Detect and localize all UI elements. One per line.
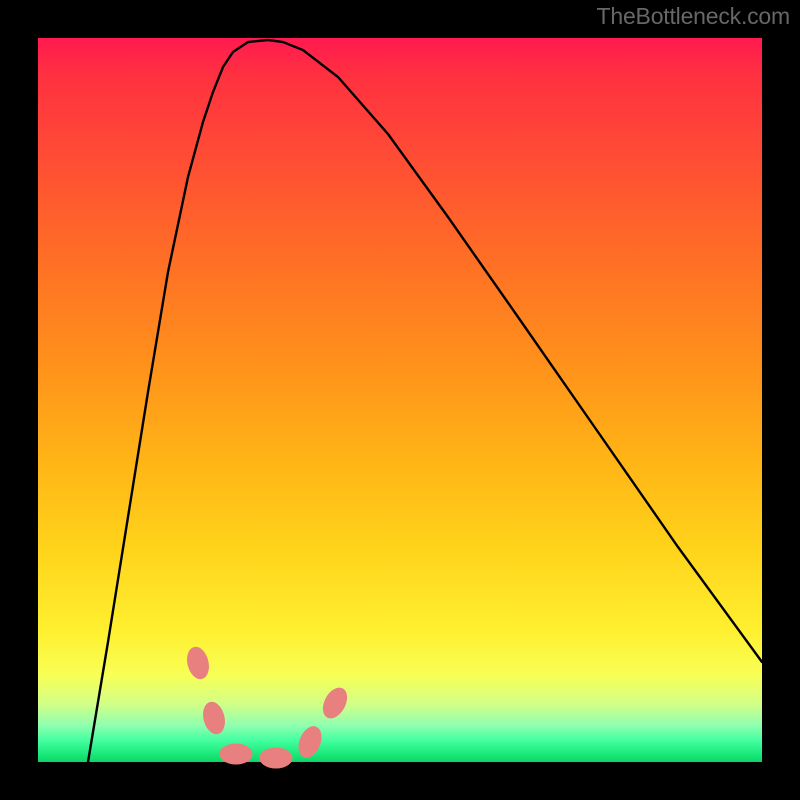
plot-area [38, 38, 762, 762]
marker-1 [184, 645, 211, 681]
marker-6 [319, 684, 352, 722]
chart-svg [38, 38, 762, 762]
outer-black-frame: TheBottleneck.com [0, 0, 800, 800]
curve-markers [184, 645, 351, 768]
watermark-text: TheBottleneck.com [597, 3, 790, 30]
marker-2 [200, 700, 227, 736]
marker-3 [220, 744, 252, 764]
marker-4 [260, 748, 292, 768]
marker-5 [295, 723, 326, 760]
